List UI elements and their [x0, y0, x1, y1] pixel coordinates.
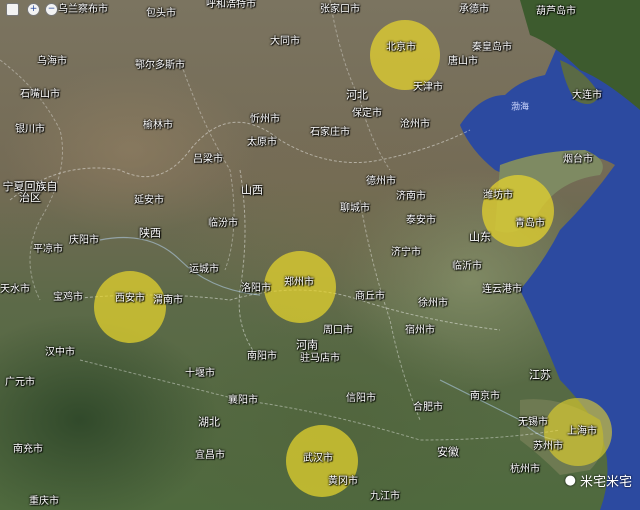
map-terrain: [0, 0, 640, 510]
highlight-circle-weifang-qingdao[interactable]: [482, 175, 554, 247]
city-label: 鄂尔多斯市: [135, 60, 185, 71]
city-label: 天津市: [413, 82, 443, 93]
city-label: 南京市: [470, 391, 500, 402]
city-label: 保定市: [352, 108, 382, 119]
city-label: 汉中市: [45, 347, 75, 358]
watermark-text: 米宅米宅: [579, 475, 632, 490]
city-label: 榆林市: [143, 120, 173, 131]
city-label: 南充市: [13, 444, 43, 455]
city-label-weifang: 潍坊市: [483, 190, 513, 201]
fullscreen-button[interactable]: [6, 3, 19, 16]
city-label: 葫芦岛市: [536, 6, 576, 17]
city-label: 太原市: [247, 137, 277, 148]
city-label: 唐山市: [448, 56, 478, 67]
city-label: 十堰市: [185, 368, 215, 379]
city-label: 平凉市: [33, 244, 63, 255]
city-label: 天水市: [0, 284, 30, 295]
city-label: 延安市: [134, 195, 164, 206]
province-label-ningxia: 宁夏回族自治区: [2, 180, 58, 204]
province-label-hubei: 湖北: [198, 415, 220, 429]
city-label: 杭州市: [510, 464, 540, 475]
city-label-beijing: 北京市: [386, 42, 416, 53]
city-label: 重庆市: [29, 496, 59, 507]
city-label: 忻州市: [250, 114, 280, 125]
province-label-hebei: 河北: [346, 88, 368, 102]
highlight-circle-beijing[interactable]: [370, 20, 440, 90]
zoom-out-button[interactable]: −: [45, 3, 58, 16]
province-label-anhui: 安徽: [437, 445, 459, 459]
city-label: 运城市: [189, 264, 219, 275]
satellite-map[interactable]: + − 北京市 潍坊市 青岛市 郑州市 西安市 武汉市 上海市 河北 山西 陕西…: [0, 0, 640, 510]
city-label: 大同市: [270, 36, 300, 47]
city-label: 聊城市: [340, 203, 370, 214]
city-label: 庆阳市: [69, 235, 99, 246]
province-label-henan: 河南: [296, 338, 318, 352]
city-label: 承德市: [459, 4, 489, 15]
city-label: 泰安市: [406, 215, 436, 226]
city-label: 襄阳市: [228, 395, 258, 406]
city-label: 驻马店市: [300, 353, 340, 364]
city-label: 包头市: [146, 8, 176, 19]
city-label: 宝鸡市: [53, 292, 83, 303]
city-label: 洛阳市: [241, 283, 271, 294]
province-label-shaanxi: 陕西: [139, 226, 161, 240]
city-label: 石嘴山市: [20, 89, 60, 100]
city-label: 连云港市: [482, 284, 522, 295]
city-label-qingdao: 青岛市: [515, 218, 545, 229]
city-label: 九江市: [370, 491, 400, 502]
city-label: 渭南市: [153, 295, 183, 306]
city-label: 商丘市: [355, 291, 385, 302]
city-label: 南阳市: [247, 351, 277, 362]
city-label-zhengzhou: 郑州市: [284, 277, 314, 288]
city-label: 徐州市: [418, 298, 448, 309]
province-label-jiangsu: 江苏: [529, 368, 551, 382]
city-label: 乌兰察布市: [58, 4, 108, 15]
city-label: 济宁市: [391, 247, 421, 258]
city-label: 苏州市: [533, 441, 563, 452]
city-label: 宜昌市: [195, 450, 225, 461]
city-label: 济南市: [396, 191, 426, 202]
city-label: 合肥市: [413, 402, 443, 413]
city-label: 吕梁市: [193, 154, 223, 165]
city-label: 张家口市: [320, 4, 360, 15]
city-label: 临汾市: [208, 218, 238, 229]
watermark: ● 米宅米宅: [565, 471, 632, 490]
highlight-circle-xian[interactable]: [94, 271, 166, 343]
city-label: 烟台市: [563, 154, 593, 165]
city-label: 黄冈市: [328, 476, 358, 487]
city-label: 呼和浩特市: [206, 0, 256, 10]
sea-label-bohai: 渤海: [510, 102, 530, 113]
zoom-in-button[interactable]: +: [27, 3, 40, 16]
city-label: 银川市: [15, 124, 45, 135]
city-label: 德州市: [366, 176, 396, 187]
city-label-shanghai: 上海市: [567, 426, 597, 437]
city-label: 秦皇岛市: [472, 42, 512, 53]
city-label: 沧州市: [400, 119, 430, 130]
city-label-xian: 西安市: [115, 293, 145, 304]
city-label: 周口市: [323, 325, 353, 336]
city-label: 石家庄市: [310, 127, 350, 138]
city-label: 临沂市: [452, 261, 482, 272]
city-label: 乌海市: [37, 56, 67, 67]
province-label-shandong: 山东: [469, 230, 491, 244]
city-label: 无锡市: [518, 417, 548, 428]
city-label-wuhan: 武汉市: [303, 453, 333, 464]
city-label: 信阳市: [346, 393, 376, 404]
city-label: 大连市: [572, 90, 602, 101]
city-label: 宿州市: [405, 325, 435, 336]
city-label: 广元市: [5, 377, 35, 388]
province-label-shanxi: 山西: [241, 183, 263, 197]
wechat-icon: ●: [564, 473, 576, 488]
